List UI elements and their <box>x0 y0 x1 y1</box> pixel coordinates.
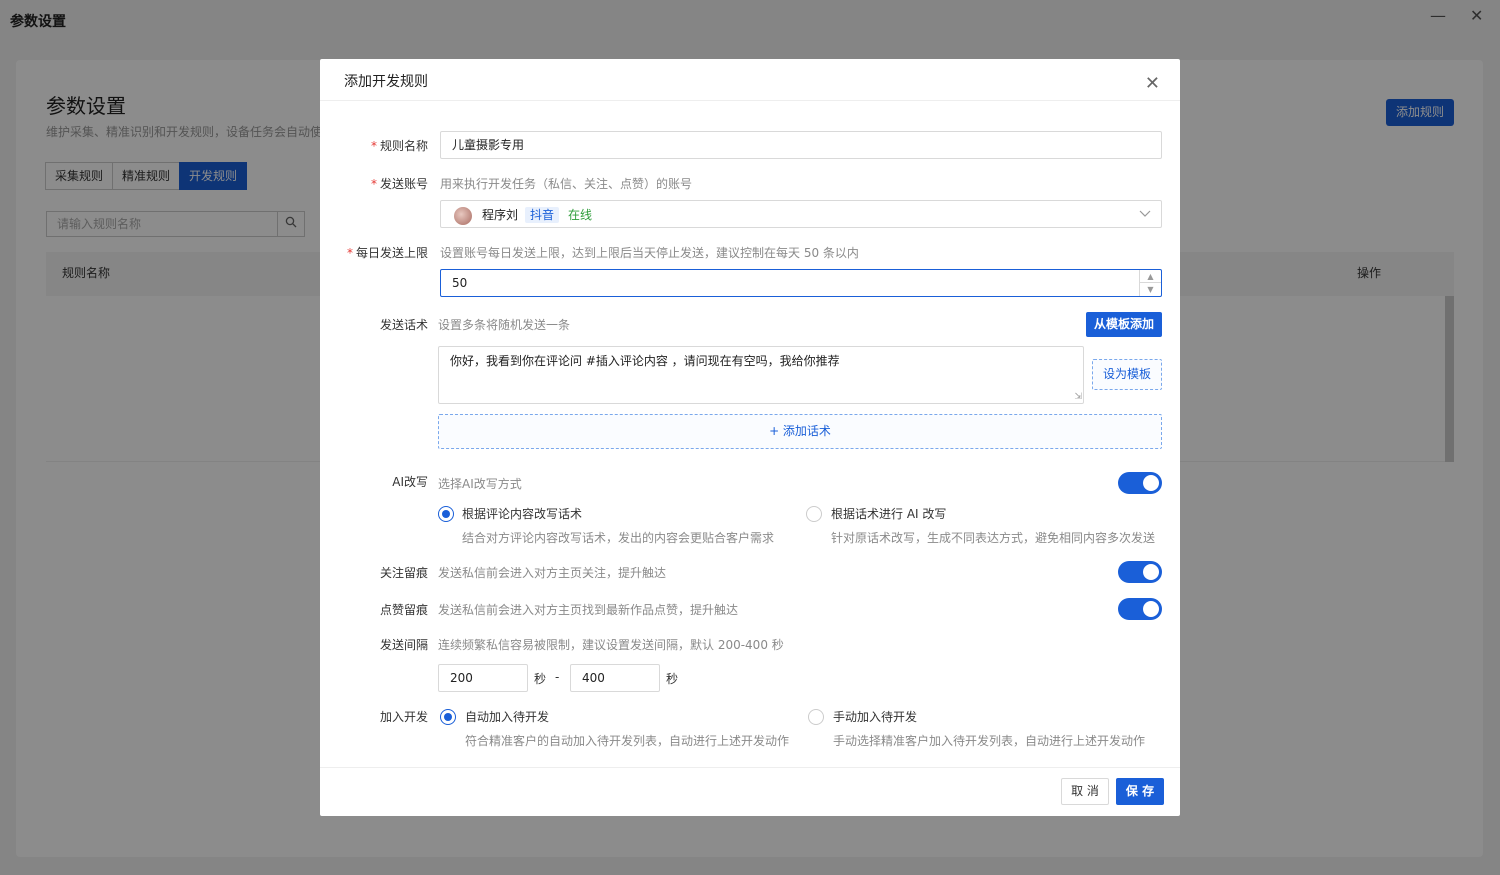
scripts-label: 发送话术 <box>379 318 428 332</box>
stepper-down-icon[interactable]: ▼ <box>1140 283 1161 296</box>
option-manual-join-desc: 手动选择精准客户加入待开发列表，自动进行上述开发动作 <box>833 734 1146 748</box>
script-text: 你好，我看到你在评论问 #插入评论内容 ，请问现在有空吗，我给你推荐 <box>450 354 840 368</box>
option-comment-rewrite-title: 根据评论内容改写话术 <box>462 507 583 521</box>
resize-handle-icon[interactable]: ⇲ <box>1074 393 1082 402</box>
stepper-up-icon[interactable]: ▲ <box>1140 270 1161 283</box>
ai-rewrite-toggle[interactable] <box>1118 472 1162 494</box>
like-trace-hint: 发送私信前会进入对方主页找到最新作品点赞，提升触达 <box>438 603 739 617</box>
avatar <box>454 207 472 225</box>
footer-divider <box>320 767 1180 768</box>
radio-comment-rewrite[interactable] <box>438 506 454 522</box>
send-account-hint: 用来执行开发任务（私信、关注、点赞）的账号 <box>440 177 693 191</box>
interval-separator: - <box>555 670 560 684</box>
cancel-button[interactable]: 取 消 <box>1061 778 1109 805</box>
like-trace-toggle[interactable] <box>1118 598 1162 620</box>
add-script-button[interactable]: + 添加话术 <box>438 414 1162 449</box>
save-button[interactable]: 保 存 <box>1116 778 1164 805</box>
set-template-button[interactable]: 设为模板 <box>1092 359 1162 390</box>
option-manual-join-title: 手动加入待开发 <box>833 710 918 724</box>
interval-max-unit: 秒 <box>666 672 679 686</box>
interval-hint: 连续频繁私信容易被限制，建议设置发送间隔，默认 200-400 秒 <box>438 638 784 652</box>
scripts-hint: 设置多条将随机发送一条 <box>438 318 571 332</box>
interval-label: 发送间隔 <box>379 638 428 652</box>
option-script-rewrite-desc: 针对原话术改写，生成不同表达方式，避免相同内容多次发送 <box>831 531 1156 545</box>
follow-trace-toggle[interactable] <box>1118 561 1162 583</box>
daily-limit-hint: 设置账号每日发送上限，达到上限后当天停止发送，建议控制在每天 50 条以内 <box>440 246 859 260</box>
ai-rewrite-hint: 选择AI改写方式 <box>438 477 522 491</box>
send-account-select[interactable]: 程序刘 抖音 在线 <box>440 200 1162 228</box>
rule-name-input[interactable]: 儿童摄影专用 <box>440 131 1162 159</box>
rule-name-label: * 规则名称 <box>370 139 428 153</box>
divider <box>320 100 1180 101</box>
daily-limit-label: * 每日发送上限 <box>346 246 428 260</box>
option-script-rewrite-title: 根据话术进行 AI 改写 <box>831 507 947 521</box>
interval-max-input[interactable]: 400 <box>570 664 660 692</box>
option-auto-join-title: 自动加入待开发 <box>465 710 550 724</box>
daily-limit-input[interactable]: 50 ▲ ▼ <box>440 269 1162 297</box>
add-dev-rule-dialog: 添加开发规则 ✕ * 规则名称 儿童摄影专用 * 发送账号 用来执行开发任务（私信、… <box>320 59 1180 816</box>
send-account-label: * 发送账号 <box>370 177 428 191</box>
like-trace-label: 点赞留痕 <box>379 603 428 617</box>
chevron-down-icon <box>1139 201 1151 227</box>
option-comment-rewrite-desc: 结合对方评论内容改写话术，发出的内容会更贴合客户需求 <box>462 531 775 545</box>
radio-auto-join[interactable] <box>440 709 456 725</box>
follow-trace-hint: 发送私信前会进入对方主页关注，提升触达 <box>438 566 667 580</box>
script-textarea[interactable]: 你好，我看到你在评论问 #插入评论内容 ，请问现在有空吗，我给你推荐 ⇲ <box>438 346 1084 404</box>
interval-min-input[interactable]: 200 <box>438 664 528 692</box>
number-stepper: ▲ ▼ <box>1139 270 1161 296</box>
interval-min-unit: 秒 <box>534 672 547 686</box>
close-icon[interactable]: ✕ <box>1145 75 1160 93</box>
account-name: 程序刘 <box>482 208 519 222</box>
platform-badge: 抖音 <box>525 207 560 223</box>
join-dev-label: 加入开发 <box>379 710 428 724</box>
radio-script-rewrite[interactable] <box>806 506 822 522</box>
daily-limit-value: 50 <box>452 276 468 290</box>
dialog-title: 添加开发规则 <box>344 74 428 90</box>
status-badge: 在线 <box>568 208 593 222</box>
ai-rewrite-label: AI改写 <box>392 475 428 489</box>
follow-trace-label: 关注留痕 <box>379 566 428 580</box>
radio-manual-join[interactable] <box>808 709 824 725</box>
option-auto-join-desc: 符合精准客户的自动加入待开发列表，自动进行上述开发动作 <box>465 734 790 748</box>
from-template-button[interactable]: 从模板添加 <box>1086 312 1162 337</box>
